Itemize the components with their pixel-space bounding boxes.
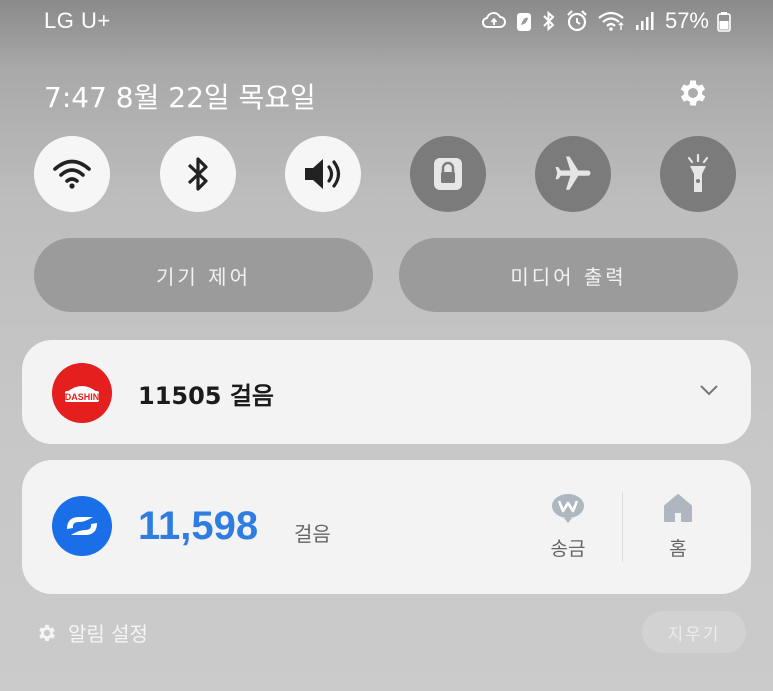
action-divider [622,492,623,562]
status-icons: 57% [481,8,731,34]
flashlight-icon [687,153,709,192]
sound-toggle[interactable] [285,136,361,212]
toss-app-logo [52,496,112,556]
expand-button[interactable] [699,382,719,401]
airplane-mode-toggle[interactable] [535,136,611,212]
alarm-icon [565,9,589,33]
gear-icon [680,80,706,106]
wifi-icon [597,10,627,32]
svg-text:DASHIN: DASHIN [65,392,100,402]
volume-icon [305,159,341,189]
toss-steps-card[interactable]: 11,598 걸음 송금 홈 [22,460,751,594]
clear-notifications-button[interactable]: 지우기 [642,611,746,653]
step-unit-label: 걸음 [294,522,331,546]
notification-settings-button[interactable]: 알림 설정 [36,618,148,647]
chevron-down-icon [700,385,718,396]
cloud-sync-icon [481,10,507,32]
dashin-app-logo: DASHIN [52,363,112,423]
home-icon [664,494,692,522]
step-count-value: 11,598 [138,504,259,548]
carrier-label: LG U+ [44,8,111,33]
transfer-label: 송금 [550,538,586,560]
battery-icon [717,10,731,32]
rotation-lock-toggle[interactable] [410,136,486,212]
flashlight-toggle[interactable] [660,136,736,212]
wifi-toggle[interactable] [34,136,110,212]
gear-icon [39,624,55,641]
battery-saver-icon [515,10,533,32]
bluetooth-icon [187,157,208,191]
status-bar: LG U+ 57% [0,0,773,44]
signal-icon [635,10,655,32]
notification-settings-label: 알림 설정 [68,622,148,646]
date-time-label: 7:47 8월 22일 목요일 [44,81,316,114]
airplane-icon [555,156,591,190]
lock-icon [434,158,462,190]
wifi-icon [53,159,91,189]
media-output-button[interactable]: 미디어 출력 [399,238,738,312]
device-control-button[interactable]: 기기 제어 [34,238,373,312]
step-notification-card[interactable]: DASHIN 11505 걸음 [22,340,751,444]
home-action[interactable]: 홈 [648,488,708,561]
battery-percent: 57% [664,8,709,33]
quick-settings-row [0,136,773,212]
won-transfer-icon [552,494,584,523]
transfer-action[interactable]: 송금 [538,488,598,561]
step-count-text: 11505 걸음 [138,382,275,410]
home-label: 홈 [669,538,687,560]
bluetooth-icon [541,10,557,32]
bluetooth-toggle[interactable] [160,136,236,212]
settings-button[interactable] [676,76,710,110]
